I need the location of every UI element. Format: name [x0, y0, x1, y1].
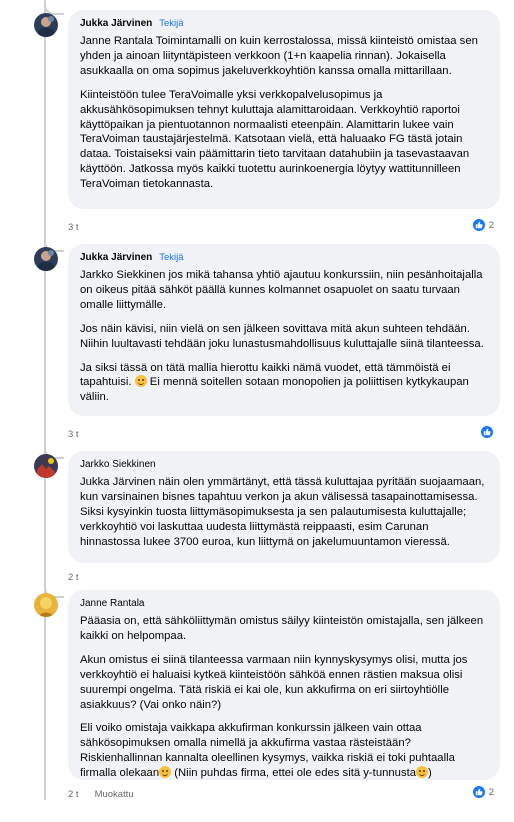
comment-text: Jarkko Siekkinen jos mikä tahansa yhtiö …	[80, 269, 483, 311]
comment-bubble: Janne Rantala Pääasia on, että sähköliit…	[68, 590, 500, 780]
comment-bubble: Jukka Järvinen Tekijä Janne Rantala Toim…	[68, 10, 500, 209]
author-name[interactable]: Janne Rantala	[80, 597, 145, 611]
author-name[interactable]: Jarkko Siekkinen	[80, 458, 156, 472]
comment: Janne Rantala Pääasia on, että sähköliit…	[30, 590, 500, 805]
timestamp[interactable]: 3 t	[68, 222, 79, 233]
avatar[interactable]	[34, 593, 58, 617]
comment-meta: 3 t	[68, 429, 79, 440]
comment-text: Jukka Järvinen näin olen ymmärtänyt, ett…	[80, 476, 485, 548]
comment-bubble: Jarkko Siekkinen Jukka Järvinen näin ole…	[68, 451, 500, 563]
comment-text: Jos näin kävisi, niin vielä on sen jälke…	[80, 322, 484, 350]
smiling-face-icon	[134, 375, 147, 388]
reaction-number: 2	[488, 786, 494, 798]
comment-text: Akun omistus ei siinä tilanteessa varmaa…	[80, 653, 468, 711]
comment-text: Ja siksi tässä on tätä mallia hierottu k…	[80, 361, 486, 406]
comment-text: Eli voiko omistaja vaikkapa akkufirman k…	[80, 721, 486, 781]
comment-text: Janne Rantala Toimintamalli on kuin kerr…	[80, 35, 478, 77]
comment: Jarkko Siekkinen Jukka Järvinen näin ole…	[30, 451, 500, 586]
comment-bubble: Jukka Järvinen Tekijä Jarkko Siekkinen j…	[68, 244, 500, 416]
author-badge: Tekijä	[159, 18, 184, 29]
comment-text: Pääasia on, että sähköliittymän omistus …	[80, 615, 484, 642]
reaction-count[interactable]	[480, 425, 494, 439]
timestamp[interactable]: 2 t	[68, 572, 79, 583]
avatar[interactable]	[34, 247, 58, 271]
reaction-count[interactable]: 2	[471, 218, 494, 232]
timestamp[interactable]: 2 t	[68, 789, 79, 800]
timestamp[interactable]: 3 t	[68, 429, 79, 440]
grimacing-face-icon	[159, 766, 172, 779]
thumbs-up-icon	[480, 425, 494, 439]
edited-label[interactable]: Muokattu	[95, 789, 134, 800]
smiling-face-icon	[416, 766, 429, 779]
comment-meta: 2 t	[68, 572, 79, 583]
author-name[interactable]: Jukka Järvinen	[80, 251, 152, 265]
thumbs-up-icon	[471, 218, 486, 232]
comment-text-part: )	[428, 767, 432, 780]
comment: Jukka Järvinen Tekijä Janne Rantala Toim…	[30, 10, 500, 240]
comment-text-part: (Niin puhdas firma, ettei ole edes sitä …	[171, 767, 417, 780]
avatar[interactable]	[34, 454, 58, 478]
author-badge: Tekijä	[159, 252, 184, 263]
reaction-count[interactable]: 2	[471, 785, 494, 799]
comment-meta: 3 t	[68, 222, 79, 233]
author-name[interactable]: Jukka Järvinen	[80, 17, 152, 31]
comment: Jukka Järvinen Tekijä Jarkko Siekkinen j…	[30, 244, 500, 444]
comment-meta: 2 t Muokattu	[68, 789, 134, 800]
comment-text: Kiinteistöön tulee TeraVoimalle yksi ver…	[80, 88, 470, 191]
reaction-number: 2	[488, 219, 494, 231]
avatar[interactable]	[34, 13, 58, 37]
thumbs-up-icon	[471, 785, 486, 799]
